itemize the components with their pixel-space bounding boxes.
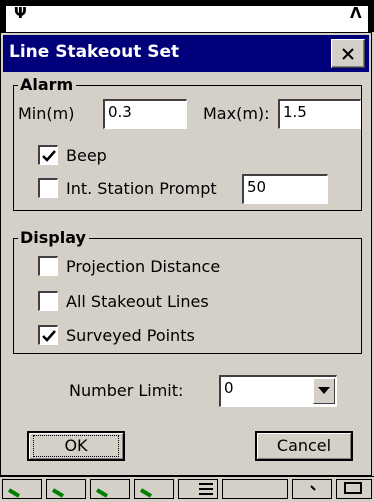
display-group: Display Projection Distance All Stakeout… [13, 229, 362, 354]
all-stakeout-lines-checkbox[interactable] [38, 291, 58, 311]
number-limit-select[interactable]: 0 [219, 375, 337, 407]
pen-icon [95, 488, 109, 498]
close-button[interactable] [331, 39, 365, 68]
top-status-bar: Ψ Λ [0, 0, 374, 32]
station-prompt-value: 50 [247, 178, 267, 196]
display-legend: Display [18, 229, 89, 247]
number-limit-value: 0 [224, 379, 234, 397]
alarm-legend: Alarm [18, 76, 77, 94]
beep-checkbox[interactable] [38, 145, 58, 165]
dropdown-button[interactable] [313, 378, 335, 404]
projection-distance-label: Projection Distance [66, 257, 221, 276]
taskbar-button[interactable] [134, 479, 174, 499]
taskbar [0, 476, 374, 501]
pen-icon [51, 488, 65, 498]
station-prompt-checkbox[interactable] [38, 178, 58, 198]
max-value: 1.5 [283, 103, 307, 121]
list-icon [199, 483, 213, 495]
ok-button[interactable]: OK [27, 431, 125, 461]
taskbar-button[interactable] [178, 479, 218, 499]
antenna-icon: Λ [350, 4, 362, 22]
dialog-title: Line Stakeout Set [9, 42, 180, 62]
checkmark-icon [42, 150, 56, 162]
line-stakeout-dialog: Line Stakeout Set Alarm Min(m) 0.3 Max(m… [0, 32, 372, 476]
status-strip: Ψ Λ [6, 6, 368, 32]
surveyed-points-label: Surveyed Points [66, 326, 195, 345]
taskbar-button[interactable] [2, 479, 42, 499]
min-input[interactable]: 0.3 [103, 99, 187, 129]
taskbar-button[interactable] [46, 479, 86, 499]
surveyed-points-checkbox[interactable] [38, 325, 58, 345]
taskbar-button[interactable] [90, 479, 130, 499]
alarm-group: Alarm Min(m) 0.3 Max(m): 1.5 Beep Int. S… [13, 76, 362, 211]
checkmark-icon [42, 330, 56, 342]
taskbar-button[interactable] [336, 479, 372, 499]
max-label: Max(m): [203, 104, 270, 123]
title-bar: Line Stakeout Set [3, 35, 369, 72]
projection-distance-checkbox[interactable] [38, 256, 58, 276]
number-limit-label: Number Limit: [69, 381, 184, 400]
min-label: Min(m) [18, 104, 75, 123]
beep-label: Beep [66, 146, 107, 165]
arrow-icon [310, 485, 316, 491]
keyboard-icon [344, 482, 362, 494]
close-icon [342, 47, 354, 60]
signal-icon: Ψ [14, 4, 27, 22]
chevron-down-icon [318, 387, 330, 394]
max-input[interactable]: 1.5 [278, 99, 361, 129]
ok-label: OK [33, 435, 119, 457]
cancel-label: Cancel [276, 436, 332, 455]
all-stakeout-lines-label: All Stakeout Lines [66, 292, 209, 311]
station-prompt-input[interactable]: 50 [242, 174, 328, 204]
pen-icon [139, 488, 153, 498]
taskbar-button[interactable] [292, 479, 332, 499]
station-prompt-label: Int. Station Prompt [66, 179, 217, 198]
taskbar-button[interactable] [222, 479, 288, 499]
pen-icon [7, 488, 21, 498]
min-value: 0.3 [108, 103, 132, 121]
cancel-button[interactable]: Cancel [255, 431, 353, 461]
